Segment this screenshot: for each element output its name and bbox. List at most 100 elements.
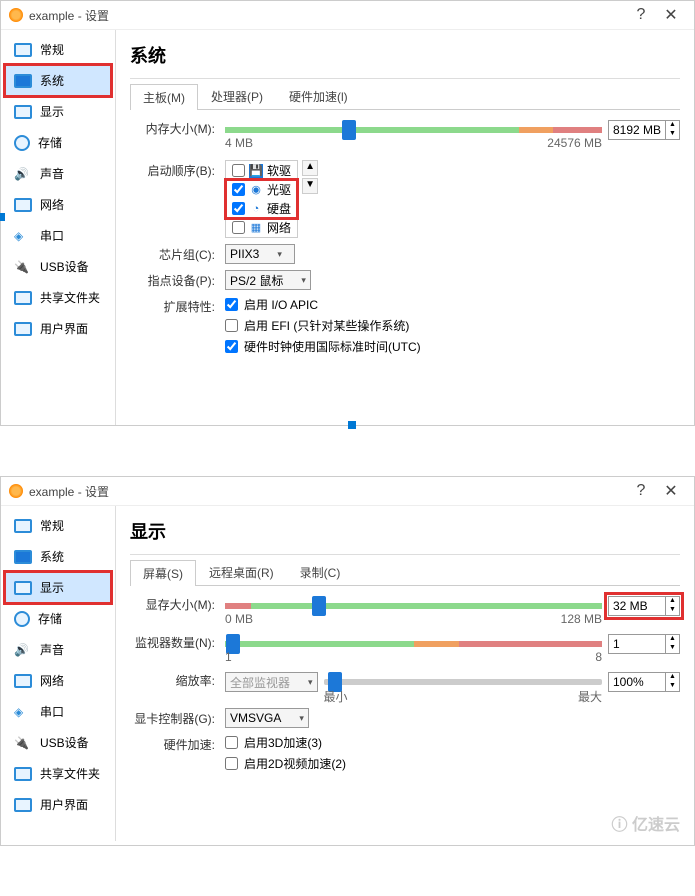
scale-label: 缩放率: xyxy=(130,670,225,689)
network-boot-icon: ▦ xyxy=(249,221,263,235)
pointing-select[interactable]: PS/2 鼠标 xyxy=(225,270,311,290)
boot-network[interactable]: ▦网络 xyxy=(226,218,297,237)
tabs: 屏幕(S) 远程桌面(R) 录制(C) xyxy=(130,559,680,586)
titlebar: example - 设置 ? ✕ xyxy=(1,1,694,30)
nav-network[interactable]: 网络 xyxy=(5,665,111,696)
scale-slider[interactable]: 最小最大 xyxy=(324,670,602,694)
watermark: 亿速云 xyxy=(612,811,680,835)
network-icon xyxy=(14,674,32,688)
boot-order-list[interactable]: 💾软驱 ◉光驱 ◔硬盘 ▦网络 xyxy=(225,160,298,238)
vram-spinbox[interactable]: ▲▼ xyxy=(608,596,680,616)
monitors-spinbox[interactable]: ▲▼ xyxy=(608,634,680,654)
nav-display[interactable]: 显示 xyxy=(5,572,111,603)
close-button[interactable]: ✕ xyxy=(656,5,686,25)
memory-spinbox[interactable]: ▲▼ xyxy=(608,120,680,140)
scale-down[interactable]: ▼ xyxy=(665,682,679,691)
memory-up[interactable]: ▲ xyxy=(665,121,679,130)
system-icon xyxy=(14,550,32,564)
boot-network-check[interactable] xyxy=(232,221,245,234)
memory-down[interactable]: ▼ xyxy=(665,130,679,139)
tab-acceleration[interactable]: 硬件加速(l) xyxy=(276,83,361,109)
nav-shared[interactable]: 共享文件夹 xyxy=(5,282,111,313)
app-icon xyxy=(9,8,23,22)
network-icon xyxy=(14,198,32,212)
nav-audio[interactable]: 声音 xyxy=(5,634,111,665)
storage-icon xyxy=(14,135,30,151)
nav-audio[interactable]: 声音 xyxy=(5,158,111,189)
vram-input[interactable] xyxy=(609,599,665,613)
tab-screen[interactable]: 屏幕(S) xyxy=(130,560,196,586)
boot-move-up[interactable]: ▲ xyxy=(302,160,318,176)
vram-up[interactable]: ▲ xyxy=(665,597,679,606)
controller-select[interactable]: VMSVGA xyxy=(225,708,309,728)
floppy-icon: 💾 xyxy=(249,164,263,178)
accel-2d-check[interactable] xyxy=(225,757,238,770)
optical-icon: ◉ xyxy=(249,183,263,197)
efi-check[interactable] xyxy=(225,319,238,332)
chipset-select[interactable]: PIIX3 xyxy=(225,244,295,264)
shared-icon xyxy=(14,767,32,781)
nav-network[interactable]: 网络 xyxy=(5,189,111,220)
extended-label: 扩展特性: xyxy=(130,296,225,315)
nav-storage[interactable]: 存储 xyxy=(5,127,111,158)
monitors-up[interactable]: ▲ xyxy=(665,635,679,644)
close-button[interactable]: ✕ xyxy=(656,481,686,501)
nav-general[interactable]: 常规 xyxy=(5,510,111,541)
scale-input[interactable] xyxy=(609,675,665,689)
tabs: 主板(M) 处理器(P) 硬件加速(l) xyxy=(130,83,680,110)
nav-system[interactable]: 系统 xyxy=(5,65,111,96)
display-icon xyxy=(14,105,32,119)
boot-hdd[interactable]: ◔硬盘 xyxy=(226,199,297,218)
nav-display[interactable]: 显示 xyxy=(5,96,111,127)
nav-ui[interactable]: 用户界面 xyxy=(5,313,111,344)
nav-storage[interactable]: 存储 xyxy=(5,603,111,634)
resize-handle-left[interactable] xyxy=(0,213,5,221)
nav-system[interactable]: 系统 xyxy=(5,541,111,572)
boot-optical-check[interactable] xyxy=(232,183,245,196)
memory-input[interactable] xyxy=(609,123,665,137)
monitors-input[interactable] xyxy=(609,637,665,651)
ui-icon xyxy=(14,798,32,812)
ioapic-check[interactable] xyxy=(225,298,238,311)
tab-remote[interactable]: 远程桌面(R) xyxy=(196,559,287,585)
help-button[interactable]: ? xyxy=(626,6,656,24)
vram-down[interactable]: ▼ xyxy=(665,606,679,615)
nav-general[interactable]: 常规 xyxy=(5,34,111,65)
boot-floppy[interactable]: 💾软驱 xyxy=(226,161,297,180)
boot-order-label: 启动顺序(B): xyxy=(130,160,225,179)
page-title: 系统 xyxy=(130,38,680,79)
boot-hdd-check[interactable] xyxy=(232,202,245,215)
boot-move-down[interactable]: ▼ xyxy=(302,178,318,194)
monitors-slider[interactable]: 18 xyxy=(225,632,602,656)
scale-target-select[interactable]: 全部监视器 xyxy=(225,672,318,692)
monitors-down[interactable]: ▼ xyxy=(665,644,679,653)
sidebar: 常规 系统 显示 存储 声音 网络 串口 USB设备 共享文件夹 用户界面 xyxy=(1,30,116,425)
accel-3d-check[interactable] xyxy=(225,736,238,749)
tab-motherboard[interactable]: 主板(M) xyxy=(130,84,198,110)
titlebar: example - 设置 ? ✕ xyxy=(1,477,694,506)
nav-ui[interactable]: 用户界面 xyxy=(5,789,111,820)
window-title: example - 设置 xyxy=(29,483,626,500)
nav-usb[interactable]: USB设备 xyxy=(5,251,111,282)
tab-processor[interactable]: 处理器(P) xyxy=(198,83,276,109)
monitors-label: 监视器数量(N): xyxy=(130,632,225,651)
boot-optical[interactable]: ◉光驱 xyxy=(226,180,297,199)
usb-icon xyxy=(14,260,32,274)
controller-label: 显卡控制器(G): xyxy=(130,708,225,727)
nav-shared[interactable]: 共享文件夹 xyxy=(5,758,111,789)
vram-slider[interactable]: 0 MB128 MB xyxy=(225,594,602,618)
app-icon xyxy=(9,484,23,498)
scale-spinbox[interactable]: ▲▼ xyxy=(608,672,680,692)
nav-serial[interactable]: 串口 xyxy=(5,220,111,251)
boot-floppy-check[interactable] xyxy=(232,164,245,177)
nav-usb[interactable]: USB设备 xyxy=(5,727,111,758)
help-button[interactable]: ? xyxy=(626,482,656,500)
utc-check[interactable] xyxy=(225,340,238,353)
resize-handle-bottom[interactable] xyxy=(348,421,356,429)
pointing-label: 指点设备(P): xyxy=(130,270,225,289)
scale-up[interactable]: ▲ xyxy=(665,673,679,682)
memory-slider[interactable]: 4 MB24576 MB xyxy=(225,118,602,142)
display-icon xyxy=(14,581,32,595)
nav-serial[interactable]: 串口 xyxy=(5,696,111,727)
tab-record[interactable]: 录制(C) xyxy=(287,559,354,585)
